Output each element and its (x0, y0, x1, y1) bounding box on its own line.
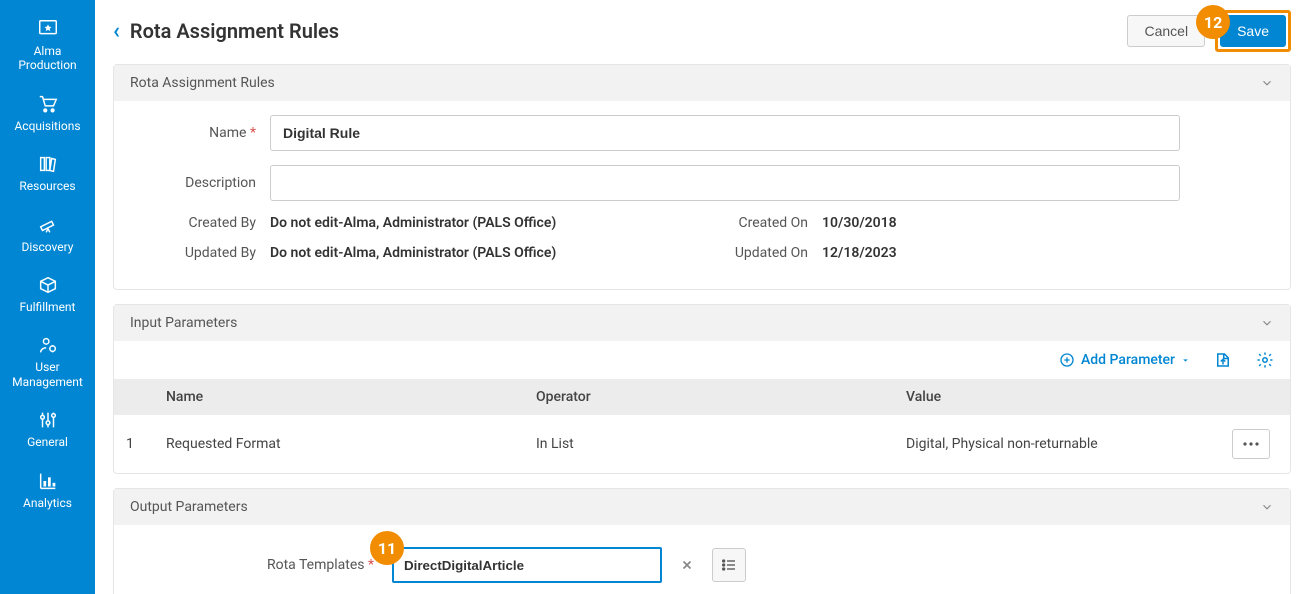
created-on-value: 10/30/2018 (822, 215, 897, 231)
box-icon (37, 274, 59, 296)
panel-input-parameters: Input Parameters Add Parameter (113, 304, 1291, 474)
sidebar-item-label: Discovery (22, 240, 74, 254)
cancel-button[interactable]: Cancel (1127, 15, 1205, 47)
chevron-down-icon[interactable] (1260, 316, 1274, 330)
user-gear-icon (37, 334, 59, 356)
books-icon (37, 153, 59, 175)
panel-rota-assignment-rules: Rota Assignment Rules Name * Description… (113, 64, 1291, 290)
star-banner-icon (37, 18, 59, 40)
sidebar-item-fulfillment[interactable]: Fulfillment (0, 264, 95, 324)
list-picker-button[interactable] (712, 548, 746, 582)
name-label: Name * (130, 125, 270, 141)
col-name: Name (154, 379, 524, 415)
sidebar-item-general[interactable]: General (0, 399, 95, 459)
created-on-label: Created On (702, 215, 822, 231)
ellipsis-icon (1243, 442, 1259, 446)
chart-icon (37, 470, 59, 492)
chevron-down-icon[interactable] (1260, 500, 1274, 514)
sidebar-item-label: Alma Production (4, 44, 91, 73)
add-parameter-button[interactable]: Add Parameter (1059, 352, 1190, 368)
col-value: Value (894, 379, 1210, 415)
updated-by-label: Updated By (130, 245, 270, 261)
created-by-label: Created By (130, 215, 270, 231)
rota-templates-input[interactable] (392, 547, 662, 583)
cart-icon (37, 93, 59, 115)
sidebar-item-user-management[interactable]: User Management (0, 324, 95, 399)
cell-value: Digital, Physical non-returnable (894, 415, 1210, 473)
name-input[interactable] (270, 115, 1180, 151)
save-button-highlight: 12 Save (1215, 10, 1291, 52)
rota-templates-label: 11 Rota Templates * (130, 557, 384, 573)
panel-title: Input Parameters (130, 315, 237, 331)
panel-header[interactable]: Output Parameters (114, 489, 1290, 525)
callout-12: 12 (1196, 5, 1230, 39)
cell-operator: In List (524, 415, 894, 473)
sidebar-item-label: Resources (19, 179, 75, 193)
panel-title: Output Parameters (130, 499, 248, 515)
chevron-down-icon[interactable] (1260, 76, 1274, 90)
created-by-value: Do not edit-Alma, Administrator (PALS Of… (270, 215, 556, 231)
telescope-icon (37, 214, 59, 236)
page-title: Rota Assignment Rules (130, 19, 339, 43)
sliders-icon (37, 409, 59, 431)
col-operator: Operator (524, 379, 894, 415)
main-content: ‹ Rota Assignment Rules Cancel 12 Save R… (95, 0, 1309, 594)
sidebar-item-resources[interactable]: Resources (0, 143, 95, 203)
sidebar-item-label: General (27, 435, 68, 449)
sidebar-item-acquisitions[interactable]: Acquisitions (0, 83, 95, 143)
sidebar-item-discovery[interactable]: Discovery (0, 204, 95, 264)
gear-icon[interactable] (1256, 351, 1274, 369)
table-row[interactable]: 1 Requested Format In List Digital, Phys… (114, 415, 1290, 473)
sidebar-item-label: Fulfillment (20, 300, 76, 314)
callout-11: 11 (370, 531, 404, 565)
panel-output-parameters: Output Parameters 11 Rota Templates * (113, 488, 1291, 594)
col-actions (1210, 379, 1290, 415)
updated-on-label: Updated On (702, 245, 822, 261)
sidebar-item-label: User Management (4, 360, 91, 389)
description-label: Description (130, 175, 270, 191)
cell-num: 1 (114, 415, 154, 473)
panel-header[interactable]: Input Parameters (114, 305, 1290, 341)
caret-down-icon (1181, 356, 1190, 365)
panel-header[interactable]: Rota Assignment Rules (114, 65, 1290, 101)
sidebar-item-alma-production[interactable]: Alma Production (0, 8, 95, 83)
row-actions-button[interactable] (1232, 429, 1270, 459)
sidebar-item-label: Analytics (23, 496, 72, 510)
clear-button[interactable] (670, 548, 704, 582)
back-button[interactable]: ‹ (113, 19, 120, 44)
page-header: ‹ Rota Assignment Rules Cancel 12 Save (113, 10, 1291, 52)
sidebar-item-label: Acquisitions (14, 119, 80, 133)
cell-name: Requested Format (154, 415, 524, 473)
panel-title: Rota Assignment Rules (130, 75, 275, 91)
col-num (114, 379, 154, 415)
updated-by-value: Do not edit-Alma, Administrator (PALS Of… (270, 245, 556, 261)
plus-circle-icon (1059, 352, 1075, 368)
parameters-table: Name Operator Value 1 Requested Format I… (114, 379, 1290, 473)
description-input[interactable] (270, 165, 1180, 201)
export-icon[interactable] (1214, 351, 1232, 369)
add-parameter-label: Add Parameter (1081, 352, 1175, 368)
close-icon (680, 558, 694, 572)
sidebar: Alma Production Acquisitions Resources D… (0, 0, 95, 594)
list-icon (721, 558, 737, 572)
sidebar-item-analytics[interactable]: Analytics (0, 460, 95, 520)
updated-on-value: 12/18/2023 (822, 245, 897, 261)
